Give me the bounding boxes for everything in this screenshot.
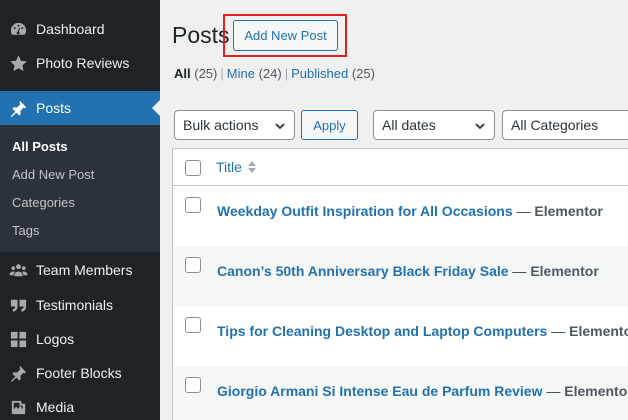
apply-button[interactable]: Apply [301, 110, 358, 140]
state-separator: — [512, 263, 527, 279]
menu-item-label: Testimonials [36, 297, 114, 313]
row-title: Weekday Outfit Inspiration for All Occas… [217, 203, 603, 219]
chevron-down-icon [274, 119, 286, 131]
table-row: Canon’s 50th Anniversary Black Friday Sa… [173, 247, 628, 307]
post-state: Elementor [530, 263, 599, 279]
menu-item-label: Team Members [36, 262, 133, 278]
submenu-all-posts[interactable]: All Posts [12, 139, 68, 154]
menu-item-dashboard[interactable]: Dashboard [0, 12, 160, 46]
state-separator: — [546, 383, 561, 399]
categories-filter-select[interactable]: All Categories [502, 110, 628, 140]
submenu-categories[interactable]: Categories [12, 195, 75, 210]
state-separator: — [516, 203, 531, 219]
menu-item-posts[interactable]: Posts [0, 91, 160, 125]
media-icon [8, 397, 28, 417]
post-title-link[interactable]: Weekday Outfit Inspiration for All Occas… [217, 203, 513, 219]
post-title-link[interactable]: Tips for Cleaning Desktop and Laptop Com… [217, 323, 547, 339]
table-row: Giorgio Armani Si Intense Eau de Parfum … [173, 367, 628, 420]
dashboard-icon [8, 19, 28, 39]
groups-icon [8, 260, 28, 280]
star-icon [8, 53, 28, 73]
quote-icon [8, 295, 28, 315]
column-title-label: Title [216, 159, 242, 175]
filter-separator: | [284, 66, 289, 81]
table-header: Title [173, 149, 628, 186]
add-new-post-button[interactable]: Add New Post [233, 20, 338, 51]
post-state: Elementor [564, 383, 628, 399]
row-checkbox[interactable] [185, 317, 201, 333]
title-column-header[interactable]: Title [216, 159, 257, 175]
bulk-actions-select[interactable]: Bulk actions [174, 110, 295, 140]
page-title: Posts [172, 22, 230, 48]
row-checkbox[interactable] [185, 377, 201, 393]
row-checkbox[interactable] [185, 197, 201, 213]
admin-sidebar: Dashboard Photo Reviews Posts All Posts … [0, 0, 160, 420]
menu-item-media[interactable]: Media [0, 390, 160, 420]
menu-item-logos[interactable]: Logos [0, 322, 160, 356]
grid-icon [8, 329, 28, 349]
status-filter-links: All (25) | Mine (24) | Published (25) [174, 66, 375, 81]
state-separator: — [551, 323, 566, 339]
table-row: Tips for Cleaning Desktop and Laptop Com… [173, 307, 628, 367]
row-title: Giorgio Armani Si Intense Eau de Parfum … [217, 383, 628, 399]
row-checkbox[interactable] [185, 257, 201, 273]
submenu-tags[interactable]: Tags [12, 223, 39, 238]
main-content: Posts Add New Post All (25) | Mine (24) | Pu… [160, 0, 628, 420]
filter-separator: | [220, 66, 224, 81]
menu-item-team-members[interactable]: Team Members [0, 253, 160, 287]
submenu-add-new-post[interactable]: Add New Post [12, 167, 94, 182]
menu-item-label: Footer Blocks [36, 365, 122, 381]
menu-item-photo-reviews[interactable]: Photo Reviews [0, 46, 160, 80]
filter-mine-link[interactable]: Mine (24) [227, 66, 282, 81]
menu-item-label: Logos [36, 331, 75, 347]
row-title: Tips for Cleaning Desktop and Laptop Com… [217, 323, 628, 339]
menu-item-testimonials[interactable]: Testimonials [0, 288, 160, 322]
post-state: Elementor [569, 323, 628, 339]
categories-filter-value: All Categories [511, 117, 599, 133]
filter-all-link[interactable]: All (25) [174, 66, 217, 81]
filter-published-link[interactable]: Published (25) [291, 66, 375, 81]
post-title-link[interactable]: Canon’s 50th Anniversary Black Friday Sa… [217, 263, 509, 279]
menu-item-label: Media [36, 399, 75, 415]
menu-item-label: Dashboard [36, 21, 105, 37]
posts-table: Title Weekday Outfit Inspiration for All… [172, 148, 628, 420]
bulk-actions-value: Bulk actions [183, 117, 259, 133]
post-title-link[interactable]: Giorgio Armani Si Intense Eau de Parfum … [217, 383, 542, 399]
table-row: Weekday Outfit Inspiration for All Occas… [173, 187, 628, 247]
dates-filter-value: All dates [382, 117, 436, 133]
sort-icon [247, 161, 256, 173]
row-title: Canon’s 50th Anniversary Black Friday Sa… [217, 263, 599, 279]
menu-item-footer-blocks[interactable]: Footer Blocks [0, 356, 160, 390]
pushpin-icon [8, 98, 28, 118]
select-all-checkbox[interactable] [185, 160, 201, 176]
menu-item-label: Photo Reviews [36, 55, 130, 71]
dates-filter-select[interactable]: All dates [373, 110, 495, 140]
menu-item-label: Posts [36, 100, 72, 116]
posts-submenu: All Posts Add New Post Categories Tags [0, 125, 160, 252]
chevron-down-icon [474, 119, 486, 131]
post-state: Elementor [534, 203, 603, 219]
pushpin-icon [8, 363, 28, 383]
